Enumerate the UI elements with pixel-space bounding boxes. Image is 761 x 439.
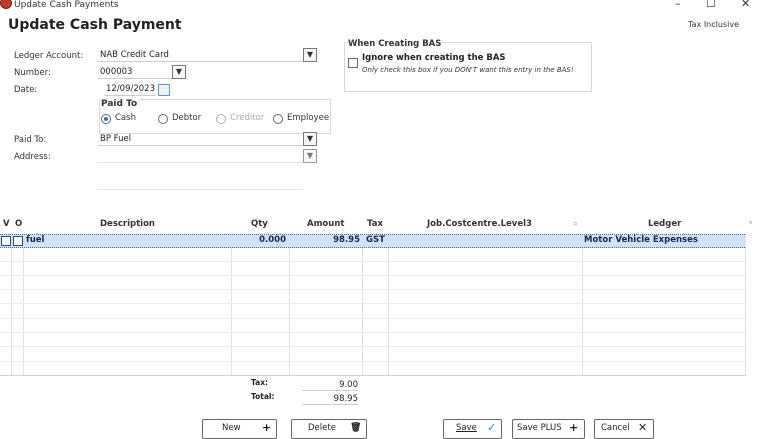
ignore-bas-label: Ignore when creating the BAS	[362, 53, 506, 63]
tax-mode-link[interactable]: Tax Inclusive	[688, 20, 739, 29]
grid-divider	[231, 233, 232, 376]
grand-total-label: Total:	[251, 392, 275, 401]
maximize-button[interactable]: ☐	[706, 0, 716, 10]
paid-to-creditor-radio	[216, 114, 226, 124]
number-input[interactable]: 000003	[98, 66, 172, 79]
paid-to-cash-label: Cash	[115, 113, 136, 123]
close-icon: ✕	[638, 421, 648, 434]
number-label: Number:	[14, 68, 51, 78]
date-label: Date:	[14, 85, 38, 95]
grid-bottom-line	[0, 375, 745, 376]
column-description[interactable]: Description	[100, 219, 155, 229]
paid-to-select[interactable]: BP Fuel	[98, 133, 304, 146]
save-button-label: Save	[456, 423, 477, 433]
row-amount[interactable]: 98.95	[290, 235, 360, 245]
plus-icon: +	[569, 421, 579, 434]
grid-row-line	[0, 361, 745, 362]
ignore-bas-note: Only check this box if you DON'T want th…	[362, 66, 574, 74]
save-plus-button-label: Save PLUS	[517, 423, 562, 433]
column-tax[interactable]: Tax	[367, 219, 383, 229]
paid-to-debtor-radio[interactable]	[158, 114, 168, 124]
paid-to-creditor-label: Creditor	[230, 113, 265, 123]
calendar-icon[interactable]	[158, 84, 170, 96]
column-job[interactable]: Job.Costcentre.Level3	[427, 219, 532, 229]
row-o-checkbox[interactable]	[13, 236, 23, 246]
save-button[interactable]: Save ✓	[443, 419, 502, 439]
delete-button-label: Delete	[308, 423, 336, 433]
scroll-right-icon[interactable]: ›	[749, 218, 753, 228]
grid-divider	[745, 233, 746, 376]
address-line-2[interactable]	[98, 189, 302, 190]
check-icon: ✓	[487, 421, 497, 434]
paid-to-cash-radio[interactable]	[101, 114, 111, 124]
ignore-bas-checkbox[interactable]	[348, 58, 358, 68]
ledger-account-dropdown-icon[interactable]: ▼	[303, 48, 317, 62]
tax-total-label: Tax:	[251, 378, 269, 387]
grid-divider	[23, 233, 24, 376]
paid-to-debtor-label: Debtor	[172, 113, 202, 123]
minimize-button[interactable]: –	[675, 0, 681, 10]
grid-row-line	[0, 261, 745, 262]
grid-divider	[289, 233, 290, 376]
grid-divider	[11, 233, 12, 376]
column-amount[interactable]: Amount	[307, 219, 344, 229]
window-title-bar: Update Cash Payments – ☐ ✕	[0, 0, 761, 12]
job-search-icon[interactable]: ⌕	[573, 219, 578, 229]
new-button-label: New	[222, 423, 241, 433]
grid-row-line	[0, 275, 745, 276]
column-ledger[interactable]: Ledger	[648, 219, 681, 229]
number-dropdown-icon[interactable]: ▼	[172, 65, 186, 79]
column-v[interactable]: V	[3, 219, 10, 229]
tax-total-value: 9.00	[302, 380, 358, 391]
cancel-button-label: Cancel	[601, 423, 630, 433]
delete-button[interactable]: Delete 🗑	[291, 419, 367, 439]
row-ledger[interactable]: Motor Vehicle Expenses	[584, 235, 698, 245]
row-v-checkbox[interactable]	[1, 236, 11, 246]
close-window-button[interactable]: ✕	[741, 0, 750, 10]
row-description[interactable]: fuel	[26, 235, 44, 245]
grand-total-value: 98.95	[302, 394, 358, 405]
row-qty[interactable]: 0.000	[232, 235, 286, 245]
paid-to-dropdown-icon[interactable]: ▼	[303, 132, 317, 146]
trash-icon: 🗑	[350, 423, 362, 433]
ledger-account-select[interactable]: NAB Credit Card	[98, 49, 304, 62]
column-o[interactable]: O	[15, 219, 22, 229]
save-plus-button[interactable]: Save PLUS +	[512, 419, 585, 439]
grid-divider	[388, 233, 389, 376]
new-button[interactable]: New +	[202, 419, 277, 439]
paid-to-group-title: Paid To	[101, 99, 140, 109]
window-title: Update Cash Payments	[14, 0, 119, 10]
grid-row-line	[0, 332, 745, 333]
plus-icon: +	[262, 421, 272, 434]
grid-row-line	[0, 346, 745, 347]
ledger-account-label: Ledger Account:	[14, 51, 84, 61]
row-tax[interactable]: GST	[366, 235, 385, 245]
app-logo-icon	[0, 0, 12, 9]
paid-to-employee-label: Employee	[287, 113, 330, 123]
bas-group-title: When Creating BAS	[348, 39, 442, 49]
grid-row-line	[0, 318, 745, 319]
line-items-grid	[0, 233, 745, 376]
address-line-1[interactable]	[98, 150, 304, 163]
cancel-button[interactable]: Cancel ✕	[594, 419, 654, 439]
grid-divider	[582, 233, 583, 376]
grid-divider	[362, 233, 363, 376]
column-qty[interactable]: Qty	[251, 219, 268, 229]
grid-row-line	[0, 303, 745, 304]
paid-to-employee-radio[interactable]	[273, 114, 283, 124]
address-dropdown-icon[interactable]: ▼	[303, 149, 317, 163]
date-input[interactable]: 12/09/2023	[104, 83, 156, 96]
page-title: Update Cash Payment	[8, 17, 182, 33]
paid-to-label: Paid To:	[14, 135, 47, 145]
address-label: Address:	[14, 152, 51, 162]
grid-row-line	[0, 289, 745, 290]
